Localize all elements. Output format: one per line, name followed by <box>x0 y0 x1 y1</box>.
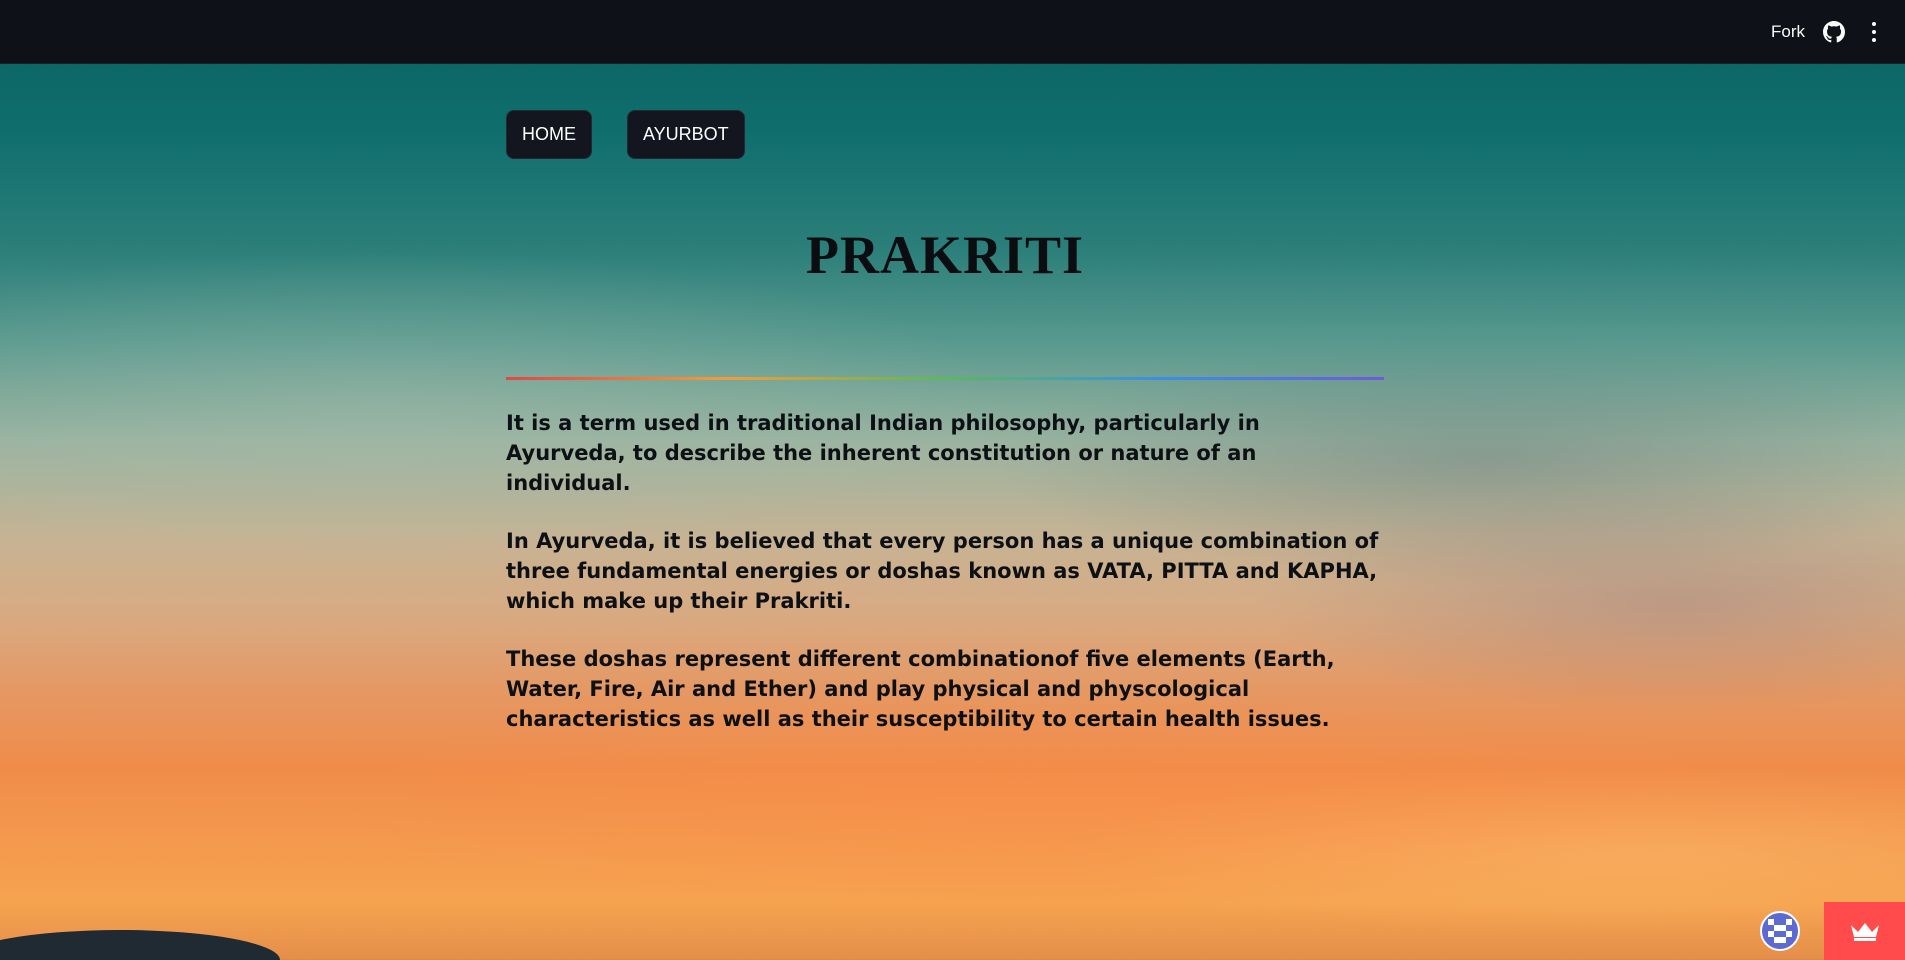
paragraph-doshas: In Ayurveda, it is believed that every p… <box>506 529 1379 613</box>
streamlit-badge[interactable] <box>1824 902 1905 960</box>
crown-icon <box>1850 923 1879 941</box>
page-nav: HOME AYURBOT <box>506 110 745 159</box>
fork-button[interactable]: Fork <box>1771 22 1805 42</box>
toolbar-actions: Fork <box>1771 0 1885 64</box>
top-toolbar: Fork <box>0 0 1905 64</box>
user-avatar-icon[interactable] <box>1760 911 1800 951</box>
rainbow-divider <box>506 377 1384 380</box>
avatar-pattern <box>1768 919 1792 943</box>
description-section: It is a term used in traditional Indian … <box>506 408 1384 762</box>
paragraph-elements: These doshas represent different combina… <box>506 647 1335 731</box>
page-title: PRAKRITI <box>805 225 1085 285</box>
home-button[interactable]: HOME <box>506 110 592 159</box>
github-icon[interactable] <box>1823 21 1845 43</box>
more-vertical-icon[interactable] <box>1863 21 1885 43</box>
ayurbot-button[interactable]: AYURBOT <box>627 110 745 159</box>
paragraph-definition: It is a term used in traditional Indian … <box>506 411 1260 495</box>
background-hill <box>0 930 280 960</box>
